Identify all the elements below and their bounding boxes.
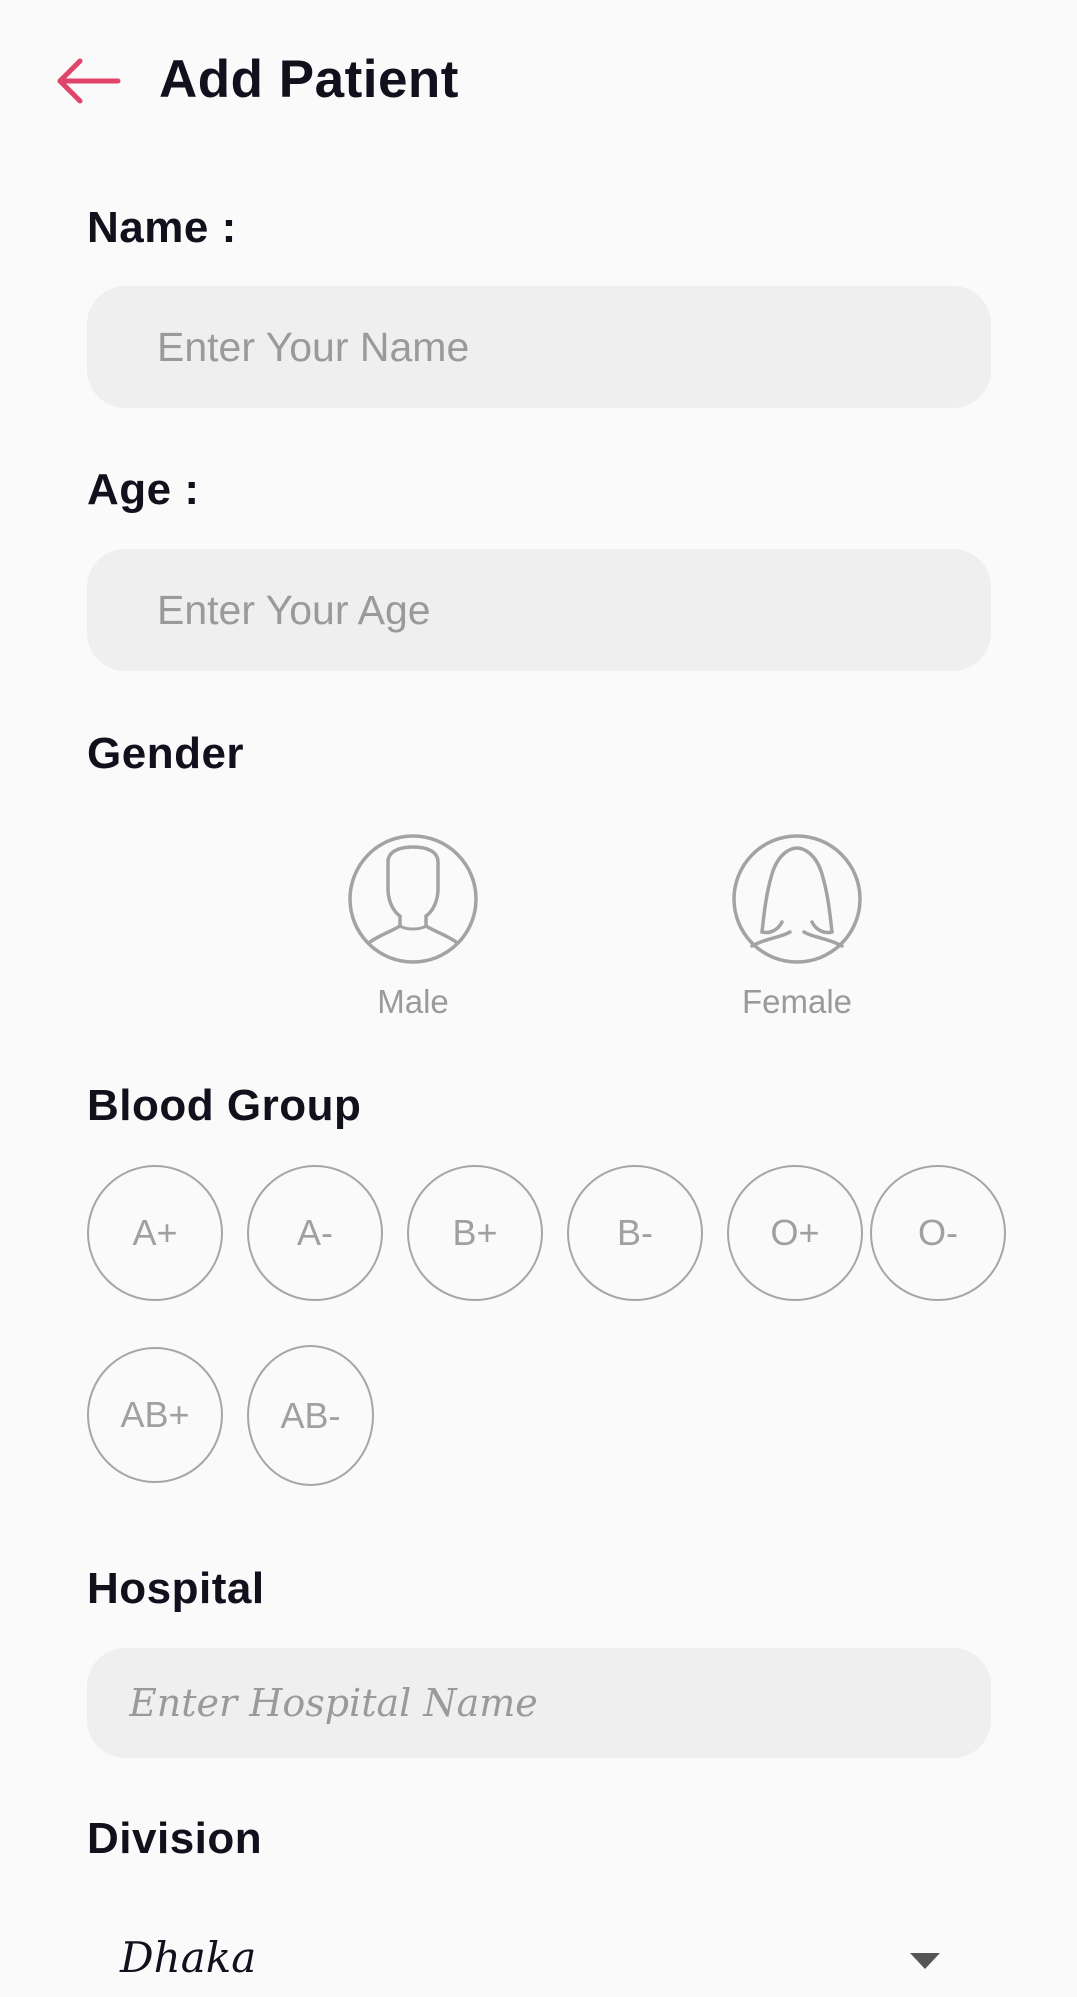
gender-option-male[interactable]: Male [313,834,513,1034]
age-field[interactable] [87,549,991,671]
blood-group-label: Blood Group [87,1081,362,1130]
blood-group-option-a-pos[interactable]: A+ [87,1165,223,1301]
name-label: Name : [87,203,237,252]
gender-option-label: Male [377,983,449,1020]
blood-group-option-o-pos[interactable]: O+ [727,1165,863,1301]
hospital-label: Hospital [87,1564,265,1613]
gender-label: Gender [87,729,245,778]
name-input[interactable] [87,286,991,408]
blood-group-option-b-pos[interactable]: B+ [407,1165,543,1301]
division-selected-value: Dhaka [120,1933,257,1982]
hospital-input[interactable] [87,1648,991,1758]
division-label: Division [87,1814,263,1863]
gender-option-female[interactable]: Female [697,834,897,1034]
arrow-left-icon [57,58,121,104]
male-avatar-icon [348,834,478,964]
age-input[interactable] [87,549,991,671]
name-field[interactable] [87,286,991,408]
back-button[interactable] [52,50,128,114]
dropdown-caret-icon[interactable] [910,1953,940,1971]
blood-group-option-ab-neg[interactable]: AB- [247,1345,374,1486]
page-title: Add Patient [159,50,459,109]
gender-option-label: Female [741,983,853,1020]
app-header: Add Patient [0,0,1077,160]
blood-group-option-o-neg[interactable]: O- [870,1165,1006,1301]
female-avatar-icon [732,834,862,964]
blood-group-option-a-neg[interactable]: A- [247,1165,383,1301]
blood-group-option-ab-pos[interactable]: AB+ [87,1347,223,1483]
blood-group-option-b-neg[interactable]: B- [567,1165,703,1301]
age-label: Age : [87,465,200,514]
hospital-field[interactable] [87,1648,991,1758]
